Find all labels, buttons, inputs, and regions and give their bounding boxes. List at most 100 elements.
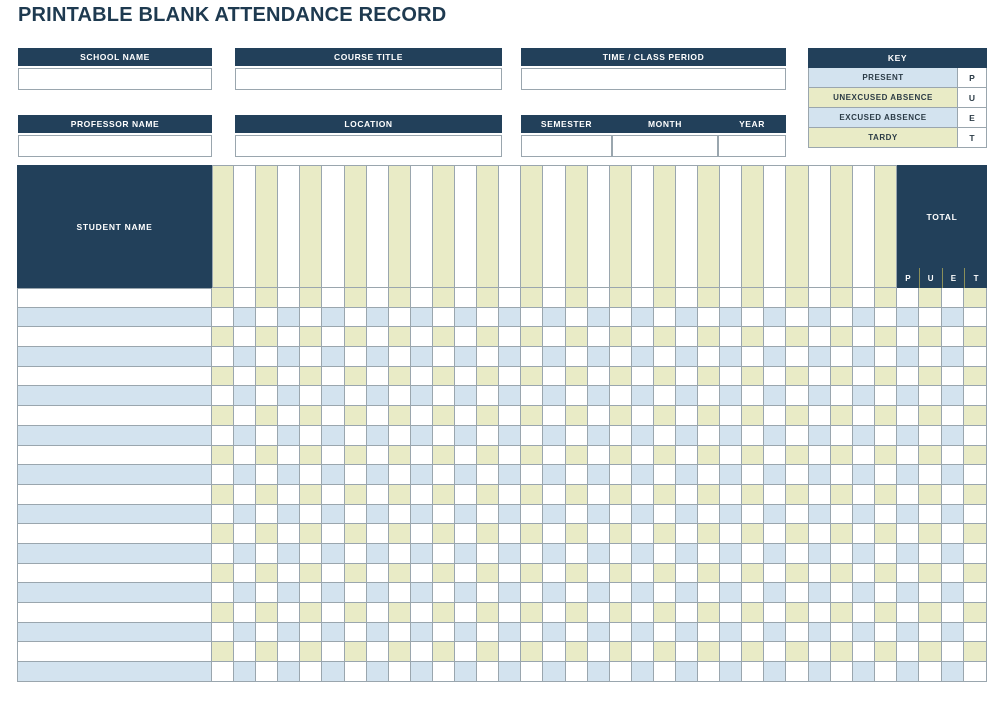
attendance-cell[interactable] [322, 504, 345, 525]
attendance-cell[interactable] [499, 484, 522, 505]
attendance-cell[interactable] [432, 386, 456, 407]
total-cell-u[interactable] [919, 425, 942, 446]
total-cell-p[interactable] [896, 327, 920, 348]
attendance-cell[interactable] [278, 603, 301, 623]
attendance-cell[interactable] [631, 603, 654, 623]
attendance-cell[interactable] [256, 622, 279, 643]
attendance-cell[interactable] [388, 366, 411, 387]
attendance-cell[interactable] [653, 445, 676, 466]
total-cell-p[interactable] [896, 366, 920, 387]
attendance-cell[interactable] [234, 445, 257, 466]
attendance-cell[interactable] [388, 603, 411, 623]
student-name-cell[interactable] [17, 307, 212, 328]
attendance-cell[interactable] [212, 662, 235, 682]
attendance-cell[interactable] [521, 425, 544, 446]
attendance-cell[interactable] [565, 543, 588, 564]
attendance-cell[interactable] [587, 465, 610, 485]
attendance-cell[interactable] [742, 543, 765, 564]
total-cell-t[interactable] [964, 288, 987, 308]
field-input-professor-name[interactable] [18, 135, 212, 157]
attendance-cell[interactable] [234, 504, 257, 525]
attendance-cell[interactable] [521, 662, 544, 682]
attendance-cell[interactable] [786, 583, 809, 603]
attendance-cell[interactable] [742, 386, 765, 407]
attendance-cell[interactable] [278, 347, 301, 367]
total-cell-u[interactable] [919, 288, 942, 308]
attendance-cell[interactable] [499, 406, 522, 426]
attendance-cell[interactable] [234, 307, 257, 328]
attendance-cell[interactable] [455, 524, 478, 544]
attendance-cell[interactable] [366, 504, 389, 525]
attendance-cell[interactable] [432, 406, 456, 426]
attendance-cell[interactable] [675, 366, 699, 387]
attendance-cell[interactable] [234, 662, 257, 682]
attendance-cell[interactable] [830, 662, 853, 682]
attendance-cell[interactable] [344, 524, 367, 544]
attendance-cell[interactable] [830, 583, 853, 603]
total-cell-e[interactable] [941, 543, 965, 564]
field-input-school-name[interactable] [18, 68, 212, 90]
attendance-cell[interactable] [874, 662, 897, 682]
attendance-cell[interactable] [234, 642, 257, 663]
attendance-cell[interactable] [565, 288, 588, 308]
attendance-cell[interactable] [300, 445, 323, 466]
attendance-cell[interactable] [764, 445, 787, 466]
attendance-cell[interactable] [852, 563, 875, 584]
attendance-cell[interactable] [212, 288, 235, 308]
attendance-cell[interactable] [565, 307, 588, 328]
attendance-cell[interactable] [587, 288, 610, 308]
attendance-cell[interactable] [256, 386, 279, 407]
attendance-cell[interactable] [344, 288, 367, 308]
attendance-cell[interactable] [808, 386, 831, 407]
attendance-cell[interactable] [432, 563, 456, 584]
attendance-cell[interactable] [653, 622, 676, 643]
attendance-cell[interactable] [256, 484, 279, 505]
attendance-cell[interactable] [653, 583, 676, 603]
attendance-cell[interactable] [631, 366, 654, 387]
attendance-cell[interactable] [366, 347, 389, 367]
attendance-cell[interactable] [830, 563, 853, 584]
attendance-cell[interactable] [278, 524, 301, 544]
attendance-cell[interactable] [322, 583, 345, 603]
attendance-cell[interactable] [720, 366, 743, 387]
attendance-cell[interactable] [742, 347, 765, 367]
student-name-cell[interactable] [17, 583, 212, 603]
attendance-cell[interactable] [786, 543, 809, 564]
total-cell-e[interactable] [941, 484, 965, 505]
attendance-cell[interactable] [808, 642, 831, 663]
attendance-cell[interactable] [786, 622, 809, 643]
attendance-cell[interactable] [808, 504, 831, 525]
attendance-cell[interactable] [698, 307, 721, 328]
attendance-cell[interactable] [587, 445, 610, 466]
attendance-cell[interactable] [830, 622, 853, 643]
attendance-cell[interactable] [587, 524, 610, 544]
attendance-cell[interactable] [234, 465, 257, 485]
attendance-cell[interactable] [344, 603, 367, 623]
total-cell-e[interactable] [941, 366, 965, 387]
total-cell-t[interactable] [964, 563, 987, 584]
total-cell-p[interactable] [896, 642, 920, 663]
attendance-cell[interactable] [565, 583, 588, 603]
attendance-cell[interactable] [675, 524, 699, 544]
attendance-cell[interactable] [366, 425, 389, 446]
attendance-cell[interactable] [631, 327, 654, 348]
attendance-cell[interactable] [499, 603, 522, 623]
attendance-cell[interactable] [300, 307, 323, 328]
attendance-cell[interactable] [587, 583, 610, 603]
attendance-cell[interactable] [366, 662, 389, 682]
attendance-cell[interactable] [388, 662, 411, 682]
attendance-cell[interactable] [565, 622, 588, 643]
attendance-cell[interactable] [543, 386, 566, 407]
attendance-cell[interactable] [300, 603, 323, 623]
attendance-cell[interactable] [808, 327, 831, 348]
attendance-cell[interactable] [212, 327, 235, 348]
attendance-cell[interactable] [455, 465, 478, 485]
attendance-cell[interactable] [631, 484, 654, 505]
attendance-cell[interactable] [344, 622, 367, 643]
attendance-cell[interactable] [322, 642, 345, 663]
attendance-cell[interactable] [410, 465, 433, 485]
attendance-cell[interactable] [830, 327, 853, 348]
attendance-cell[interactable] [720, 543, 743, 564]
attendance-cell[interactable] [543, 406, 566, 426]
total-cell-u[interactable] [919, 327, 942, 348]
